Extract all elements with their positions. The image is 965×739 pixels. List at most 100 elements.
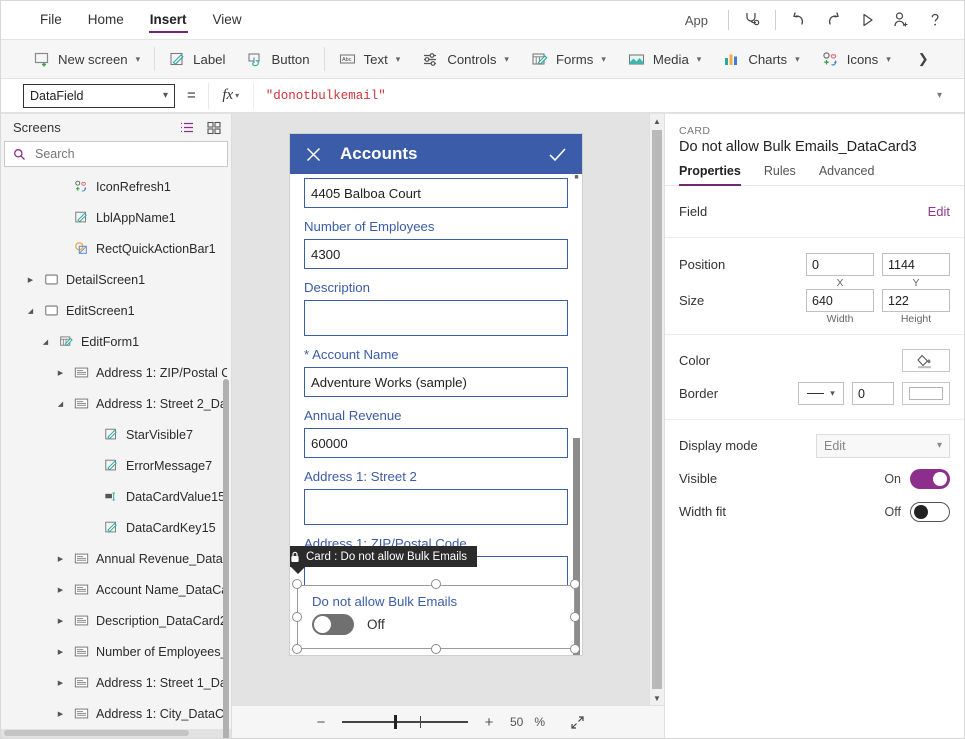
menu-item-insert[interactable]: Insert	[137, 1, 200, 39]
canvas-scroll-thumb[interactable]	[652, 130, 662, 689]
border-style-select[interactable]: ▾	[798, 382, 844, 405]
chevron-right-icon[interactable]: ▶	[54, 617, 67, 625]
chevron-right-icon[interactable]: ▶	[54, 369, 67, 377]
ribbon-icons[interactable]: Icons ▾	[811, 44, 902, 74]
chevron-right-icon[interactable]: ▶	[54, 555, 67, 563]
size-width-input[interactable]: 640	[806, 289, 874, 312]
tree-item[interactable]: ErrorMessage7	[1, 450, 231, 481]
close-icon[interactable]	[304, 145, 323, 164]
tree-item[interactable]: ▶Address 1: ZIP/Postal Code_	[1, 357, 231, 388]
field-edit-link[interactable]: Edit	[928, 204, 950, 219]
app-preview[interactable]: Accounts 4405 Balboa Court Number of Emp…	[290, 134, 582, 655]
help-icon[interactable]	[918, 3, 952, 37]
menu-item-file[interactable]: File	[27, 1, 75, 39]
resize-handle-br[interactable]	[570, 644, 580, 654]
tab-advanced[interactable]: Advanced	[819, 164, 875, 185]
ribbon-label-control[interactable]: Label	[158, 44, 236, 74]
position-y-input[interactable]: 1144	[882, 253, 950, 276]
tree-item[interactable]: ▶Number of Employees_Data	[1, 636, 231, 667]
tree-vertical-scrollbar[interactable]	[223, 379, 229, 738]
menu-item-home[interactable]: Home	[75, 1, 137, 39]
field-value[interactable]: 60000	[304, 428, 568, 458]
chevron-right-icon[interactable]: ▶	[54, 679, 67, 687]
tab-properties[interactable]: Properties	[679, 164, 741, 185]
checkmark-icon[interactable]	[546, 145, 568, 164]
menu-item-view[interactable]: View	[200, 1, 255, 39]
tree-view-icon[interactable]	[178, 119, 196, 137]
ribbon-media[interactable]: Media ▾	[617, 44, 712, 74]
tree-item[interactable]: DataCardKey15	[1, 512, 231, 543]
tab-rules[interactable]: Rules	[764, 164, 796, 185]
zoom-slider[interactable]	[342, 721, 468, 723]
tree-item[interactable]: LblAppName1	[1, 202, 231, 233]
play-icon[interactable]	[850, 3, 884, 37]
redo-icon[interactable]	[816, 3, 850, 37]
field-value[interactable]: Adventure Works (sample)	[304, 367, 568, 397]
ribbon-button-control[interactable]: Button	[236, 44, 320, 74]
tree-item[interactable]: ▶Address 1: City_DataCard2	[1, 698, 231, 729]
tree-list[interactable]: IconRefresh1LblAppName1RectQuickActionBa…	[1, 171, 231, 738]
app-form-body[interactable]: 4405 Balboa Court Number of Employees 43…	[290, 174, 582, 655]
chevron-right-icon[interactable]: ▶	[54, 710, 67, 718]
formula-expand-chevron-down-icon[interactable]: ▾	[927, 90, 952, 101]
border-color-swatch[interactable]	[902, 382, 950, 405]
size-height-input[interactable]: 122	[882, 289, 950, 312]
zoom-slider-thumb[interactable]	[394, 715, 397, 729]
border-thickness-input[interactable]: 0	[852, 382, 894, 405]
ribbon-charts[interactable]: Charts ▾	[712, 44, 810, 74]
tree-item[interactable]: IconRefresh1	[1, 171, 231, 202]
tree-item[interactable]: ▶Account Name_DataCard2	[1, 574, 231, 605]
tree-item[interactable]: ▶Description_DataCard2	[1, 605, 231, 636]
width-fit-toggle[interactable]	[910, 502, 950, 522]
chevron-down-icon[interactable]: ◢	[54, 400, 67, 408]
ribbon-new-screen[interactable]: New screen ▾	[23, 44, 151, 74]
tree-item[interactable]: ◢EditScreen1	[1, 295, 231, 326]
resize-handle-tl[interactable]	[292, 579, 302, 589]
formula-input[interactable]: "donotbulkemail"	[253, 83, 927, 109]
ribbon-controls[interactable]: Controls ▾	[411, 44, 520, 74]
chevron-right-icon[interactable]: ▶	[54, 586, 67, 594]
resize-handle-ml[interactable]	[292, 612, 302, 622]
chevron-right-icon[interactable]: ▶	[24, 276, 37, 284]
canvas-vertical-scrollbar[interactable]: ▲ ▼	[649, 114, 664, 705]
share-user-icon[interactable]	[884, 3, 918, 37]
resize-handle-bl[interactable]	[292, 644, 302, 654]
field-value[interactable]: 4300	[304, 239, 568, 269]
fit-screen-icon[interactable]	[570, 715, 585, 730]
tree-item[interactable]: DataCardValue15	[1, 481, 231, 512]
chevron-down-icon[interactable]: ◢	[39, 338, 52, 346]
selected-data-card[interactable]: Do not allow Bulk Emails Off	[297, 585, 575, 649]
fx-button[interactable]: fx ▾	[209, 83, 253, 109]
tree-item[interactable]: ▶Annual Revenue_DataCard2	[1, 543, 231, 574]
fill-color-icon[interactable]	[902, 349, 950, 372]
resize-handle-mr[interactable]	[570, 612, 580, 622]
search-input[interactable]	[33, 146, 219, 162]
position-x-input[interactable]: 0	[806, 253, 874, 276]
ribbon-forms[interactable]: Forms ▾	[520, 44, 617, 74]
thumbnail-view-icon[interactable]	[205, 119, 223, 137]
undo-icon[interactable]	[782, 3, 816, 37]
scroll-up-arrow-icon[interactable]: ▲	[650, 114, 664, 128]
field-value[interactable]	[304, 300, 568, 336]
resize-handle-bc[interactable]	[431, 644, 441, 654]
tree-item[interactable]: ◢Address 1: Street 2_DataCar	[1, 388, 231, 419]
tree-search-box[interactable]	[4, 141, 228, 167]
property-select[interactable]: DataField ▾	[23, 84, 175, 108]
tree-item[interactable]: ◢EditForm1	[1, 326, 231, 357]
tree-item[interactable]: RectQuickActionBar1	[1, 233, 231, 264]
tree-item[interactable]: ▶DetailScreen1	[1, 264, 231, 295]
tree-item[interactable]: StarVisible7	[1, 419, 231, 450]
scroll-down-arrow-icon[interactable]: ▼	[650, 691, 664, 705]
ribbon-more-chevron-down-icon[interactable]: ❯	[906, 51, 941, 67]
bulk-emails-toggle[interactable]	[312, 614, 354, 635]
health-check-icon[interactable]	[735, 3, 769, 37]
canvas-area[interactable]: Accounts 4405 Balboa Court Number of Emp…	[232, 114, 664, 705]
zoom-out-button[interactable]: −	[311, 714, 331, 731]
tree-item[interactable]: ▶Address 1: Street 1_DataCar	[1, 667, 231, 698]
chevron-right-icon[interactable]: ▶	[54, 648, 67, 656]
chevron-down-icon[interactable]: ◢	[24, 307, 37, 315]
tree-horizontal-scrollbar[interactable]	[4, 730, 189, 736]
display-mode-select[interactable]: Edit ▾	[816, 434, 950, 458]
zoom-in-button[interactable]: +	[479, 714, 499, 731]
field-value[interactable]	[304, 489, 568, 525]
